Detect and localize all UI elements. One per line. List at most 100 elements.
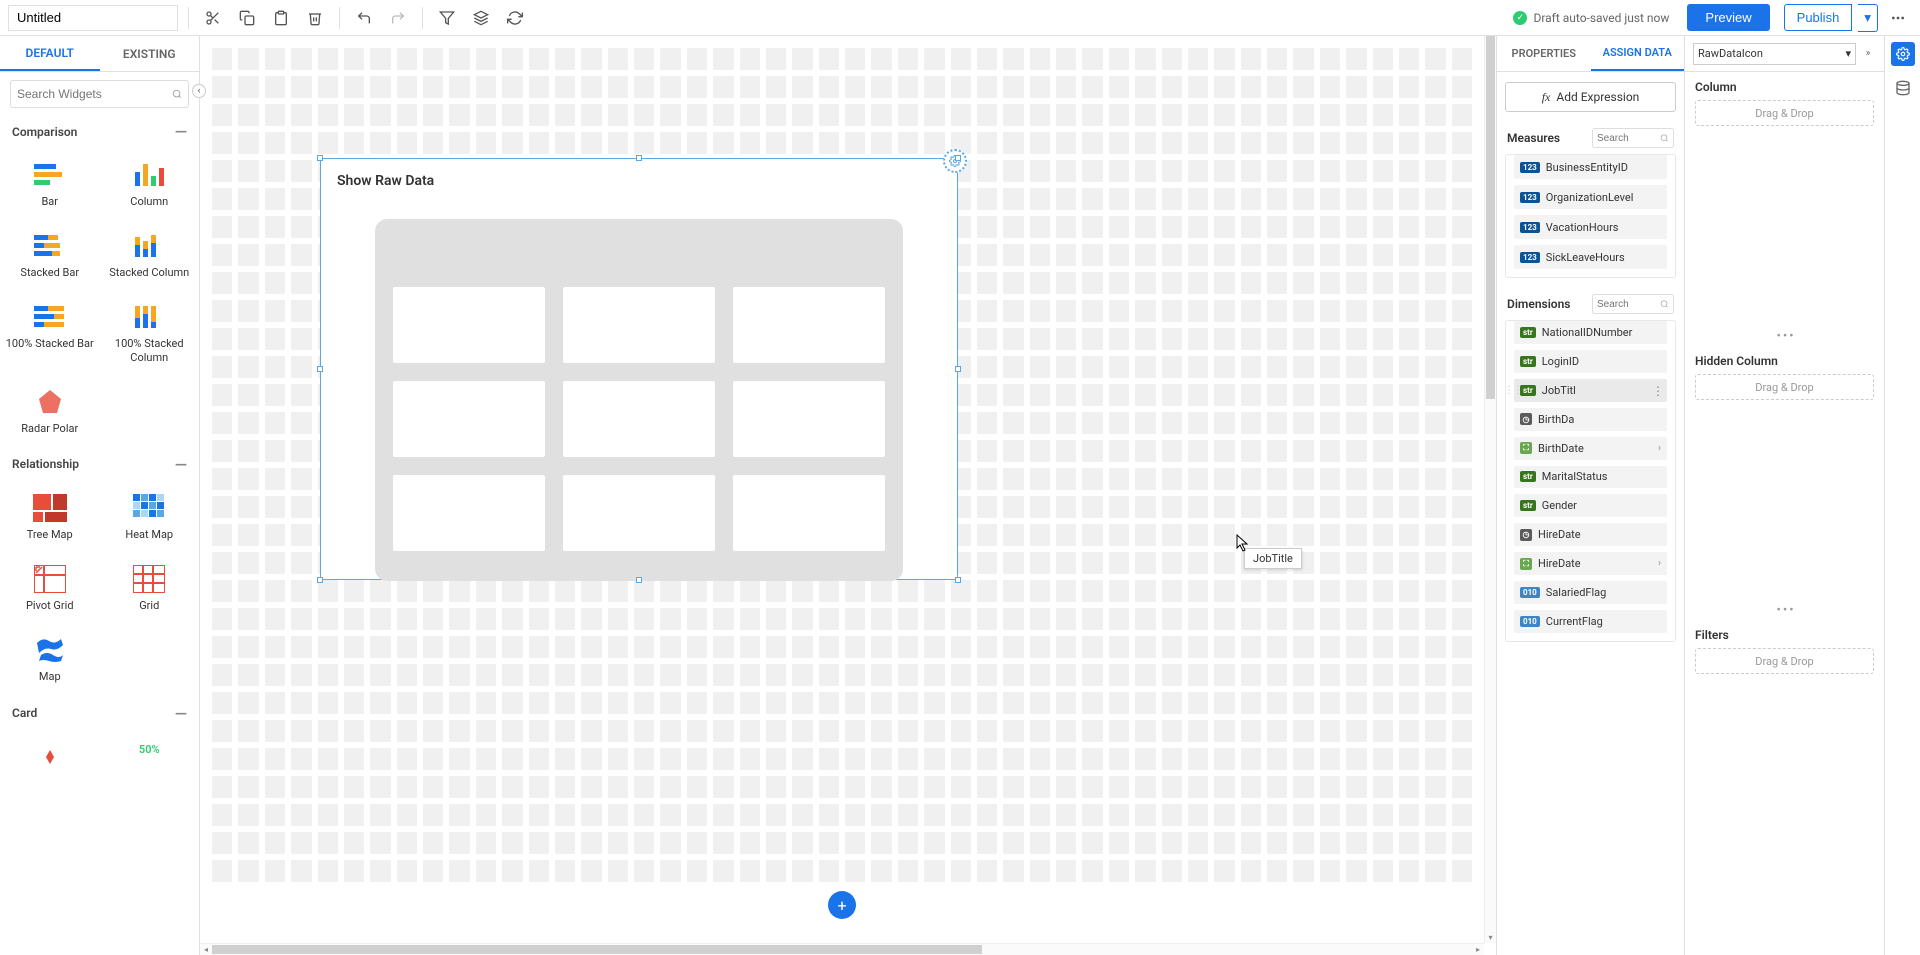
- measure-field[interactable]: 123VacationHours: [1514, 215, 1667, 239]
- check-icon: [1513, 11, 1527, 25]
- horizontal-scrollbar[interactable]: ◂▸: [200, 943, 1484, 955]
- search-widgets[interactable]: [10, 80, 189, 108]
- placed-widget-raw-data[interactable]: Show Raw Data: [320, 158, 958, 580]
- layers-icon[interactable]: [467, 4, 495, 32]
- chevron-right-icon[interactable]: ›: [1658, 558, 1661, 569]
- widget-card-2[interactable]: 50%: [100, 733, 200, 781]
- drag-handle-icon[interactable]: ⋮⋮: [1506, 385, 1522, 396]
- collapse-category-icon[interactable]: —: [175, 704, 187, 723]
- collapse-category-icon[interactable]: —: [175, 455, 187, 474]
- field-label: MaritalStatus: [1542, 470, 1608, 483]
- measure-field[interactable]: 123OrganizationLevel: [1514, 185, 1667, 209]
- tab-properties[interactable]: PROPERTIES: [1497, 36, 1591, 71]
- widget-stacked-column[interactable]: Stacked Column: [100, 222, 200, 289]
- widget-card-1[interactable]: [0, 733, 100, 781]
- search-widgets-input[interactable]: [17, 87, 172, 101]
- widget-map[interactable]: Map: [0, 626, 100, 693]
- dimension-field[interactable]: strNationalIDNumber: [1514, 321, 1667, 344]
- more-icon[interactable]: [1884, 4, 1912, 32]
- field-menu-icon[interactable]: ⋮: [1652, 384, 1663, 398]
- database-icon[interactable]: [1891, 76, 1915, 100]
- canvas[interactable]: Show Raw Data + ▾ ◂▸: [200, 36, 1496, 955]
- search-icon: [1660, 299, 1669, 309]
- publish-button[interactable]: Publish: [1784, 4, 1853, 31]
- undo-icon[interactable]: [350, 4, 378, 32]
- tab-existing[interactable]: EXISTING: [100, 36, 200, 71]
- widgets-sidebar: DEFAULT EXISTING ‹ Comparison — Bar Colu…: [0, 36, 200, 955]
- paste-icon[interactable]: [267, 4, 295, 32]
- widget-bar[interactable]: Bar: [0, 151, 100, 218]
- string-type-icon: str: [1520, 385, 1536, 396]
- resize-handle[interactable]: [636, 577, 642, 583]
- string-type-icon: str: [1520, 327, 1536, 338]
- string-type-icon: str: [1520, 471, 1536, 482]
- widget-radar-polar[interactable]: Radar Polar: [0, 378, 100, 445]
- number-type-icon: 123: [1520, 252, 1540, 263]
- dimension-field[interactable]: strJobTitl⋮⋮⋮: [1514, 379, 1667, 402]
- resize-handle[interactable]: [317, 366, 323, 372]
- dimension-field[interactable]: ◷BirthDa: [1514, 408, 1667, 431]
- widget-grid[interactable]: Grid: [100, 555, 200, 622]
- resize-handle[interactable]: [955, 155, 961, 161]
- delete-icon[interactable]: [301, 4, 329, 32]
- dimension-field[interactable]: 010SalariedFlag: [1514, 581, 1667, 604]
- dimension-field[interactable]: ⛶HireDate›: [1514, 552, 1667, 575]
- field-label: Gender: [1542, 499, 1577, 512]
- category-comparison[interactable]: Comparison —: [0, 116, 199, 147]
- dimension-field[interactable]: ⛶BirthDate›: [1514, 437, 1667, 460]
- copy-icon[interactable]: [233, 4, 261, 32]
- publish-dropdown[interactable]: ▾: [1858, 4, 1878, 32]
- dashboard-title-input[interactable]: [8, 5, 178, 31]
- expand-panel-icon[interactable]: »: [1860, 46, 1876, 62]
- dimension-field[interactable]: strGender: [1514, 494, 1667, 517]
- dimension-field[interactable]: 010CurrentFlag: [1514, 610, 1667, 633]
- resize-handle[interactable]: [317, 155, 323, 161]
- widget-tree-map[interactable]: Tree Map: [0, 484, 100, 551]
- resize-handle[interactable]: [955, 577, 961, 583]
- dimension-field[interactable]: ◷HireDate: [1514, 523, 1667, 546]
- search-dimensions[interactable]: [1592, 294, 1674, 314]
- cut-icon[interactable]: [199, 4, 227, 32]
- add-widget-fab[interactable]: +: [828, 891, 856, 919]
- measure-field[interactable]: 123BusinessEntityID: [1514, 155, 1667, 179]
- divider: [422, 7, 423, 29]
- hidden-column-drop-zone[interactable]: Drag & Drop: [1695, 374, 1874, 400]
- filters-drop-zone[interactable]: Drag & Drop: [1695, 648, 1874, 674]
- category-card[interactable]: Card —: [0, 698, 199, 729]
- filter-icon[interactable]: [433, 4, 461, 32]
- tab-assign-data[interactable]: ASSIGN DATA: [1591, 36, 1685, 71]
- settings-icon[interactable]: [1891, 42, 1915, 66]
- chevron-right-icon[interactable]: ›: [1658, 443, 1661, 454]
- dimension-field[interactable]: strLoginID: [1514, 350, 1667, 373]
- search-measures[interactable]: [1592, 128, 1674, 148]
- measure-field[interactable]: 123SickLeaveHours: [1514, 245, 1667, 269]
- widget-pivot-grid[interactable]: Pivot Grid: [0, 555, 100, 622]
- datasource-select[interactable]: RawDataIcon ▾: [1693, 43, 1856, 65]
- hidden-column-zone-title: Hidden Column: [1695, 354, 1874, 368]
- measures-header: Measures: [1507, 131, 1560, 145]
- widget-settings-icon[interactable]: [943, 149, 967, 173]
- dimension-field[interactable]: str MaritalStatus: [1514, 466, 1667, 489]
- redo-icon[interactable]: [384, 4, 412, 32]
- resize-handle[interactable]: [955, 366, 961, 372]
- add-expression-button[interactable]: fx Add Expression: [1505, 82, 1676, 112]
- vertical-scrollbar[interactable]: ▾: [1484, 36, 1496, 943]
- resize-handle[interactable]: [636, 155, 642, 161]
- widget-100-stacked-column[interactable]: 100% Stacked Column: [100, 293, 200, 373]
- widget-heat-map[interactable]: Heat Map: [100, 484, 200, 551]
- widget-column[interactable]: Column: [100, 151, 200, 218]
- column-drop-zone[interactable]: Drag & Drop: [1695, 100, 1874, 126]
- topbar: Draft auto-saved just now Preview Publis…: [0, 0, 1920, 36]
- widget-100-stacked-bar[interactable]: 100% Stacked Bar: [0, 293, 100, 373]
- collapse-category-icon[interactable]: —: [175, 122, 187, 141]
- category-relationship[interactable]: Relationship —: [0, 449, 199, 480]
- collapse-sidebar-icon[interactable]: ‹: [192, 84, 206, 98]
- right-rail: [1884, 36, 1920, 955]
- widget-stacked-bar[interactable]: Stacked Bar: [0, 222, 100, 289]
- resize-handle[interactable]: [317, 577, 323, 583]
- more-icon: •••: [1777, 603, 1796, 618]
- preview-button[interactable]: Preview: [1687, 4, 1769, 31]
- tab-default[interactable]: DEFAULT: [0, 36, 100, 71]
- search-icon: [1660, 133, 1669, 143]
- refresh-icon[interactable]: [501, 4, 529, 32]
